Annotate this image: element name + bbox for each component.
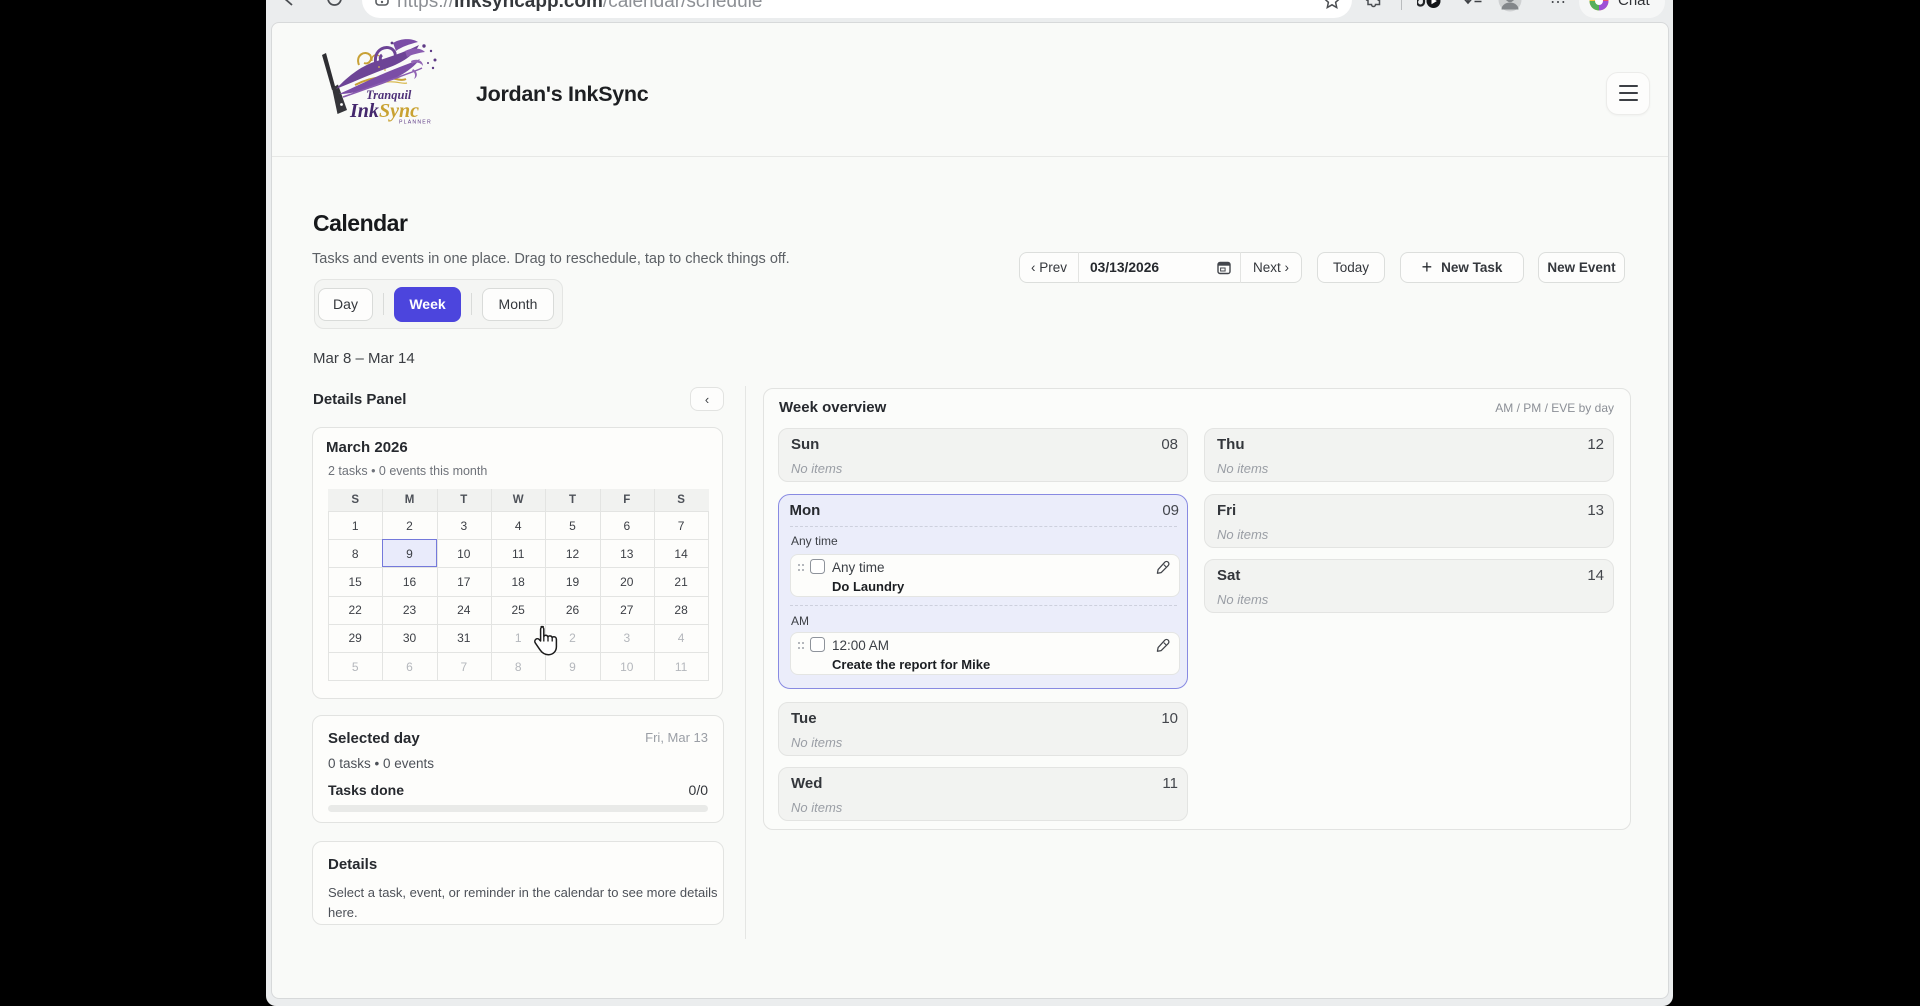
svg-text:PLANNER: PLANNER: [399, 120, 432, 126]
svg-text:Ink: Ink: [349, 100, 379, 122]
